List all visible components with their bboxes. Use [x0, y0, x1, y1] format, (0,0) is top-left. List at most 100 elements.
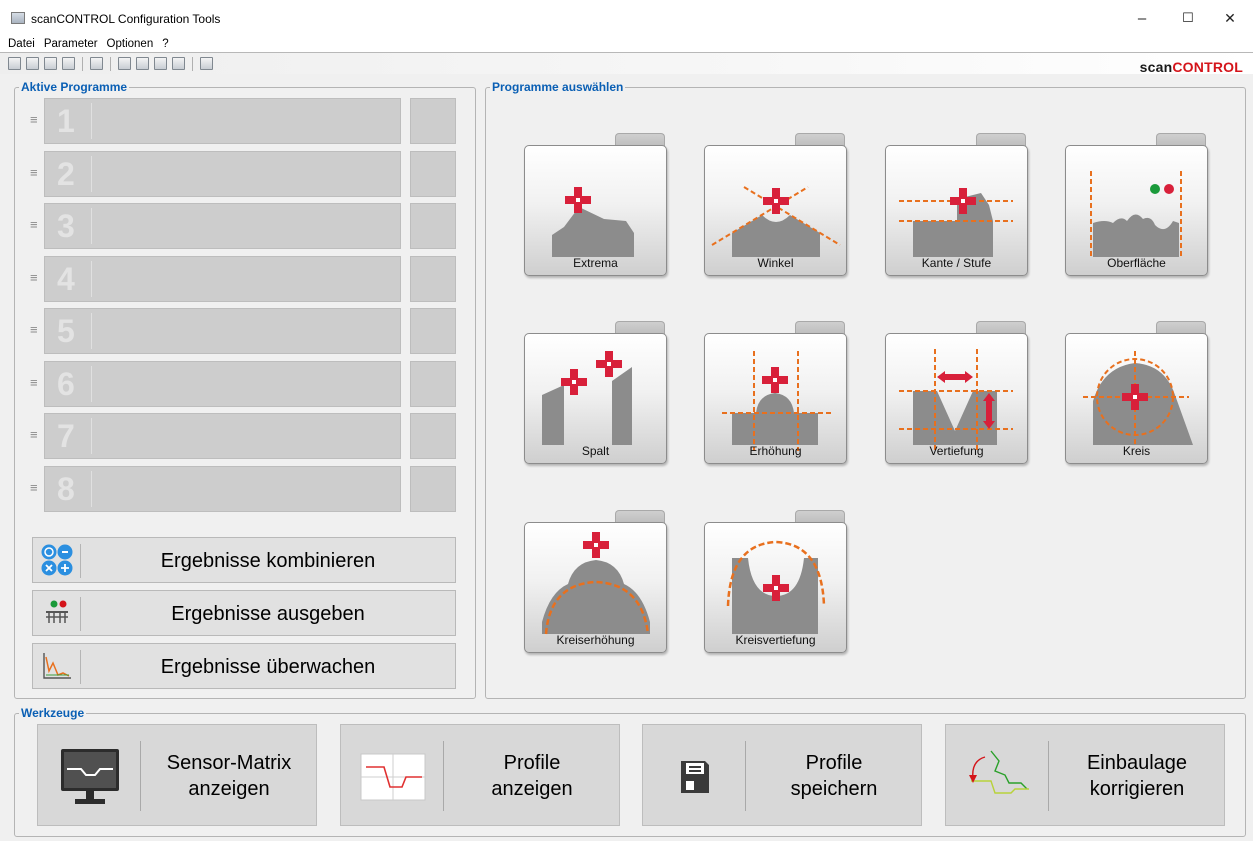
correct-mounting-label: Einbaulage korrigieren [1086, 752, 1188, 800]
program-slot-side[interactable] [410, 255, 456, 302]
drag-handle-icon[interactable]: ≡ [30, 375, 38, 390]
drag-handle-icon[interactable]: ≡ [30, 113, 38, 127]
program-slot-side[interactable] [410, 150, 456, 197]
brand-logo: scanCONTROL [1139, 59, 1243, 75]
program-kreiserhoehung[interactable]: Kreiserhöhung [524, 510, 667, 653]
monitor-chart-icon [39, 649, 75, 683]
transfer-icon[interactable] [154, 57, 167, 70]
menu-bar: Datei Parameter Optionen ? [0, 36, 1253, 52]
slot-number: 4 [57, 260, 75, 297]
combine-results-button[interactable]: Ergebnisse kombinieren [32, 537, 456, 583]
programs-label: Programme auswählen [490, 80, 626, 94]
program-oberflaeche[interactable]: Oberfläche [1065, 133, 1208, 276]
program-slot-row: ≡ 6 [30, 360, 458, 407]
program-kreis[interactable]: Kreis [1065, 321, 1208, 464]
drag-handle-icon[interactable]: ≡ [30, 428, 38, 442]
program-slot-side[interactable] [410, 308, 456, 354]
load-sensor-icon[interactable] [118, 57, 131, 70]
program-spalt[interactable]: Spalt [524, 321, 667, 464]
program-slot-row: ≡ 5 [30, 308, 458, 354]
program-label: Kreiserhöhung [556, 633, 635, 647]
program-vertiefung[interactable]: Vertiefung [885, 321, 1028, 464]
program-slot-side[interactable] [410, 360, 456, 407]
program-slot-side[interactable] [410, 98, 456, 144]
window-title: scanCONTROL Configuration Tools [31, 12, 221, 26]
export-icon[interactable] [172, 57, 185, 70]
program-slot-row: ≡ 8 [30, 465, 458, 512]
title-bar: scanCONTROL Configuration Tools – ☐ ✕ [0, 0, 1253, 36]
menu-optionen[interactable]: Optionen [107, 38, 154, 50]
slot-number: 2 [57, 155, 75, 192]
save-sensor-icon[interactable] [136, 57, 149, 70]
program-slot[interactable]: 5 [44, 308, 401, 354]
program-slot[interactable]: 3 [44, 203, 401, 249]
sensor-matrix-button[interactable]: Sensor-Matrix anzeigen [37, 724, 317, 826]
program-slot-row: ≡ 1 [30, 98, 458, 144]
program-label: Erhöhung [749, 444, 802, 458]
monitor-results-button[interactable]: Ergebnisse überwachen [32, 643, 456, 689]
output-results-label: Ergebnisse ausgeben [171, 602, 365, 625]
drag-handle-icon[interactable]: ≡ [30, 165, 38, 180]
tools-label: Werkzeuge [19, 706, 87, 720]
program-label: Kreis [1122, 444, 1151, 458]
table-icon[interactable] [90, 57, 103, 70]
program-slot-row: ≡ 2 [30, 150, 458, 197]
drag-handle-icon[interactable]: ≡ [30, 323, 38, 337]
program-label: Extrema [573, 256, 618, 270]
dsp-icon[interactable] [200, 57, 213, 70]
drag-handle-icon[interactable]: ≡ [30, 480, 38, 495]
program-kante-stufe[interactable]: Kante / Stufe [885, 133, 1028, 276]
program-slot-row: ≡ 7 [30, 413, 458, 459]
program-erhoehung[interactable]: Erhöhung [704, 321, 847, 464]
menu-parameter[interactable]: Parameter [44, 38, 98, 50]
program-slot-row: ≡ 3 [30, 203, 458, 249]
slot-number: 8 [57, 470, 75, 507]
program-label: Vertiefung [929, 444, 984, 458]
program-slot[interactable]: 7 [44, 413, 401, 459]
show-profiles-button[interactable]: Profile anzeigen [340, 724, 620, 826]
slot-number: 5 [57, 313, 75, 349]
program-slot[interactable]: 8 [44, 465, 401, 512]
program-slot-side[interactable] [410, 203, 456, 249]
minimize-button[interactable]: – [1119, 0, 1165, 36]
program-extrema[interactable]: Extrema [524, 133, 667, 276]
connect-icon[interactable] [8, 57, 21, 70]
combine-results-label: Ergebnisse kombinieren [160, 549, 376, 572]
profile-chart-icon [353, 747, 433, 807]
correct-mounting-button[interactable]: Einbaulage korrigieren [945, 724, 1225, 826]
app-icon [11, 12, 25, 24]
save-icon[interactable] [44, 57, 57, 70]
slot-number: 7 [57, 418, 75, 454]
slot-number: 3 [57, 208, 75, 244]
program-slot-side[interactable] [410, 465, 456, 512]
show-profiles-label: Profile anzeigen [491, 752, 573, 800]
maximize-button[interactable]: ☐ [1165, 0, 1211, 36]
program-label: Oberfläche [1107, 256, 1166, 270]
program-slot[interactable]: 4 [44, 255, 401, 302]
sensor-matrix-label: Sensor-Matrix anzeigen [166, 752, 292, 800]
drag-handle-icon[interactable]: ≡ [30, 270, 38, 285]
output-icon [39, 596, 75, 630]
combine-icon [39, 543, 75, 577]
program-winkel[interactable]: Winkel [704, 133, 847, 276]
drag-handle-icon[interactable]: ≡ [30, 218, 38, 232]
menu-datei[interactable]: Datei [8, 38, 35, 50]
program-slot-side[interactable] [410, 413, 456, 459]
save-profiles-label: Profile speichern [790, 752, 878, 800]
monitor-icon [50, 747, 130, 807]
program-slot[interactable]: 2 [44, 150, 401, 197]
program-label: Spalt [581, 444, 610, 458]
menu-help[interactable]: ? [162, 38, 168, 50]
floppy-disk-icon [655, 747, 735, 807]
program-kreisvertiefung[interactable]: Kreisvertiefung [704, 510, 847, 653]
save-profiles-button[interactable]: Profile speichern [642, 724, 922, 826]
save-as-icon[interactable] [62, 57, 75, 70]
close-button[interactable]: ✕ [1207, 0, 1253, 36]
program-slot-row: ≡ 4 [30, 255, 458, 302]
program-label: Kante / Stufe [921, 256, 992, 270]
program-label: Winkel [757, 256, 794, 270]
program-slot[interactable]: 1 [44, 98, 401, 144]
output-results-button[interactable]: Ergebnisse ausgeben [32, 590, 456, 636]
program-slot[interactable]: 6 [44, 360, 401, 407]
load-settings-icon[interactable] [26, 57, 39, 70]
